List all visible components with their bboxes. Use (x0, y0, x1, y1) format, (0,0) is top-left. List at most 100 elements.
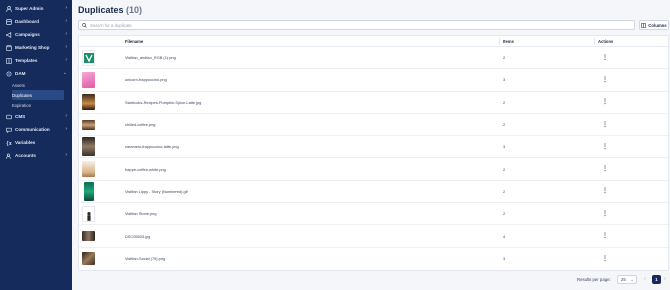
sidebar-item-cms[interactable]: CMS › (0, 110, 72, 123)
table-row[interactable]: chilled-coffee.png 2 ⋮ (79, 114, 668, 137)
table-row[interactable]: caramelo-frappuccino-latte.png 3 ⋮ (79, 136, 668, 159)
campaigns-icon (5, 31, 12, 38)
more-actions-icon[interactable]: ⋮ (602, 77, 608, 83)
more-actions-icon[interactable]: ⋮ (602, 55, 608, 61)
sidebar-item-templates[interactable]: Templates › (0, 54, 72, 67)
sidebar-item-label: Accounts (15, 153, 36, 158)
sidebar-item-label: Templates (15, 58, 38, 63)
search-box (78, 20, 635, 30)
column-divider (594, 38, 595, 45)
more-actions-icon[interactable]: ⋮ (602, 144, 608, 150)
table-row[interactable]: Visitfan-Social (79).png 3 ⋮ (79, 248, 668, 270)
sidebar-item-dashboard[interactable]: Dashboard › (0, 15, 72, 28)
filename-cell: DSC05503.jpg (125, 233, 151, 239)
sidebar-item-label: DAM (15, 71, 26, 76)
chevron-right-icon: › (65, 18, 67, 24)
thumbnail-image (82, 137, 95, 157)
sidebar-item-dam[interactable]: DAM ⌄ (0, 67, 72, 80)
sidebar-item-super-admin[interactable]: Super Admin › (0, 2, 72, 15)
chevron-right-icon: › (65, 152, 67, 158)
filename-cell: chilled-coffee.png (125, 122, 156, 128)
page-title-text: Duplicates (78, 5, 124, 15)
thumbnail-image (82, 252, 95, 266)
columns-icon (641, 22, 647, 28)
communication-icon (5, 126, 12, 133)
chevron-down-icon: ⌄ (630, 277, 634, 282)
sidebar-item-accounts[interactable]: Accounts › (0, 149, 72, 162)
table-header: Filename Items Actions (79, 36, 668, 47)
items-cell: 4 (503, 233, 506, 239)
columns-button[interactable]: Columns (639, 20, 669, 30)
sidebar-item-label: Super Admin (15, 6, 44, 11)
sidebar-item-variables[interactable]: {x} Variables (0, 136, 72, 149)
sidebar-item-campaigns[interactable]: Campaigns › (0, 28, 72, 41)
sidebar-item-communication[interactable]: Communication › (0, 123, 72, 136)
items-cell: 2 (503, 166, 506, 172)
more-actions-icon[interactable]: ⋮ (602, 188, 608, 194)
filename-cell: frappe-coffee-white.png (125, 166, 166, 172)
table-row[interactable]: Starbucks-Recipes-Pumpkin-Spice-Latte.jp… (79, 92, 668, 114)
sidebar-item-label: Dashboard (15, 19, 39, 24)
header-filename[interactable]: Filename (125, 39, 143, 44)
accounts-icon (5, 152, 12, 159)
shop-icon (5, 44, 12, 51)
main-content: Duplicates (10) Columns Filename Items A… (72, 0, 670, 290)
chevron-right-icon: › (65, 113, 67, 119)
more-actions-icon[interactable]: ⋮ (602, 99, 608, 105)
sidebar-item-label: Communication (15, 127, 50, 132)
duplicate-count: (10) (126, 5, 143, 15)
items-cell: 3 (503, 144, 506, 150)
dam-icon (5, 70, 12, 77)
more-actions-icon[interactable]: ⋮ (602, 122, 608, 128)
cms-icon (5, 113, 12, 120)
sidebar-subitem-expiration[interactable]: Expiration (12, 100, 72, 110)
table-row[interactable]: DSC05503.jpg 4 ⋮ (79, 225, 668, 248)
items-cell: 2 (503, 211, 506, 217)
sidebar-item-label: CMS (15, 114, 26, 119)
thumbnail-image (82, 49, 95, 66)
results-per-page-value: 25 (621, 277, 626, 282)
page-button-1[interactable]: 1 (652, 275, 661, 284)
sidebar-item-marketing-shop[interactable]: Marketing Shop › (0, 41, 72, 54)
more-actions-icon[interactable]: ⋮ (602, 166, 608, 172)
table-row[interactable]: frappe-coffee-white.png 2 ⋮ (79, 158, 668, 181)
filename-cell: unicorn-frappuccino.png (125, 77, 167, 83)
templates-icon (5, 57, 12, 64)
chevron-right-icon: › (65, 57, 67, 63)
columns-button-label: Columns (648, 22, 667, 28)
duplicates-table: Filename Items Actions Visitfan_andfan_R… (78, 35, 669, 271)
chevron-down-icon: ⌄ (62, 70, 67, 76)
previous-page-icon[interactable]: ‹ (644, 276, 646, 282)
column-divider (499, 38, 500, 45)
filename-cell: caramelo-frappuccino-latte.png (125, 144, 179, 150)
sidebar-subitem-duplicates[interactable]: Duplicates (12, 90, 64, 100)
results-per-page-label: Results per page: (577, 277, 611, 282)
sidebar-subitem-assets[interactable]: Assets (12, 80, 72, 90)
thumbnail-image (84, 181, 94, 201)
more-actions-icon[interactable]: ⋮ (602, 233, 608, 239)
sidebar-item-label: Marketing Shop (15, 45, 50, 50)
filename-cell: Visitfan_andfan_RGB (1).png (125, 55, 176, 61)
table-row[interactable]: unicorn-frappuccino.png 3 ⋮ (79, 69, 668, 92)
sidebar-item-label: Campaigns (15, 32, 40, 37)
items-cell: 2 (503, 55, 506, 61)
thumbnail-image (82, 119, 95, 130)
chevron-right-icon: › (65, 126, 67, 132)
chevron-right-icon: › (65, 31, 67, 37)
filename-cell: Visitfan Stone.png (125, 211, 157, 217)
more-actions-icon[interactable]: ⋮ (602, 256, 608, 262)
header-items[interactable]: Items (503, 39, 514, 44)
sidebar: Super Admin › Dashboard › Campaigns › Ma… (0, 0, 72, 290)
next-page-icon[interactable]: › (664, 276, 666, 282)
table-row[interactable]: Visitfan Lippy - Story (Numbered).gif 2 … (79, 181, 668, 204)
more-actions-icon[interactable]: ⋮ (602, 211, 608, 217)
results-per-page-select[interactable]: 25 ⌄ (617, 275, 637, 284)
search-input[interactable] (90, 22, 620, 28)
items-cell: 2 (503, 188, 506, 194)
table-row[interactable]: Visitfan Stone.png 2 ⋮ (79, 203, 668, 226)
thumbnail-image (82, 231, 95, 242)
items-cell: 2 (503, 99, 506, 105)
chevron-right-icon: › (65, 44, 67, 50)
chevron-right-icon: › (65, 5, 67, 11)
table-row[interactable]: Visitfan_andfan_RGB (1).png 2 ⋮ (79, 47, 668, 70)
